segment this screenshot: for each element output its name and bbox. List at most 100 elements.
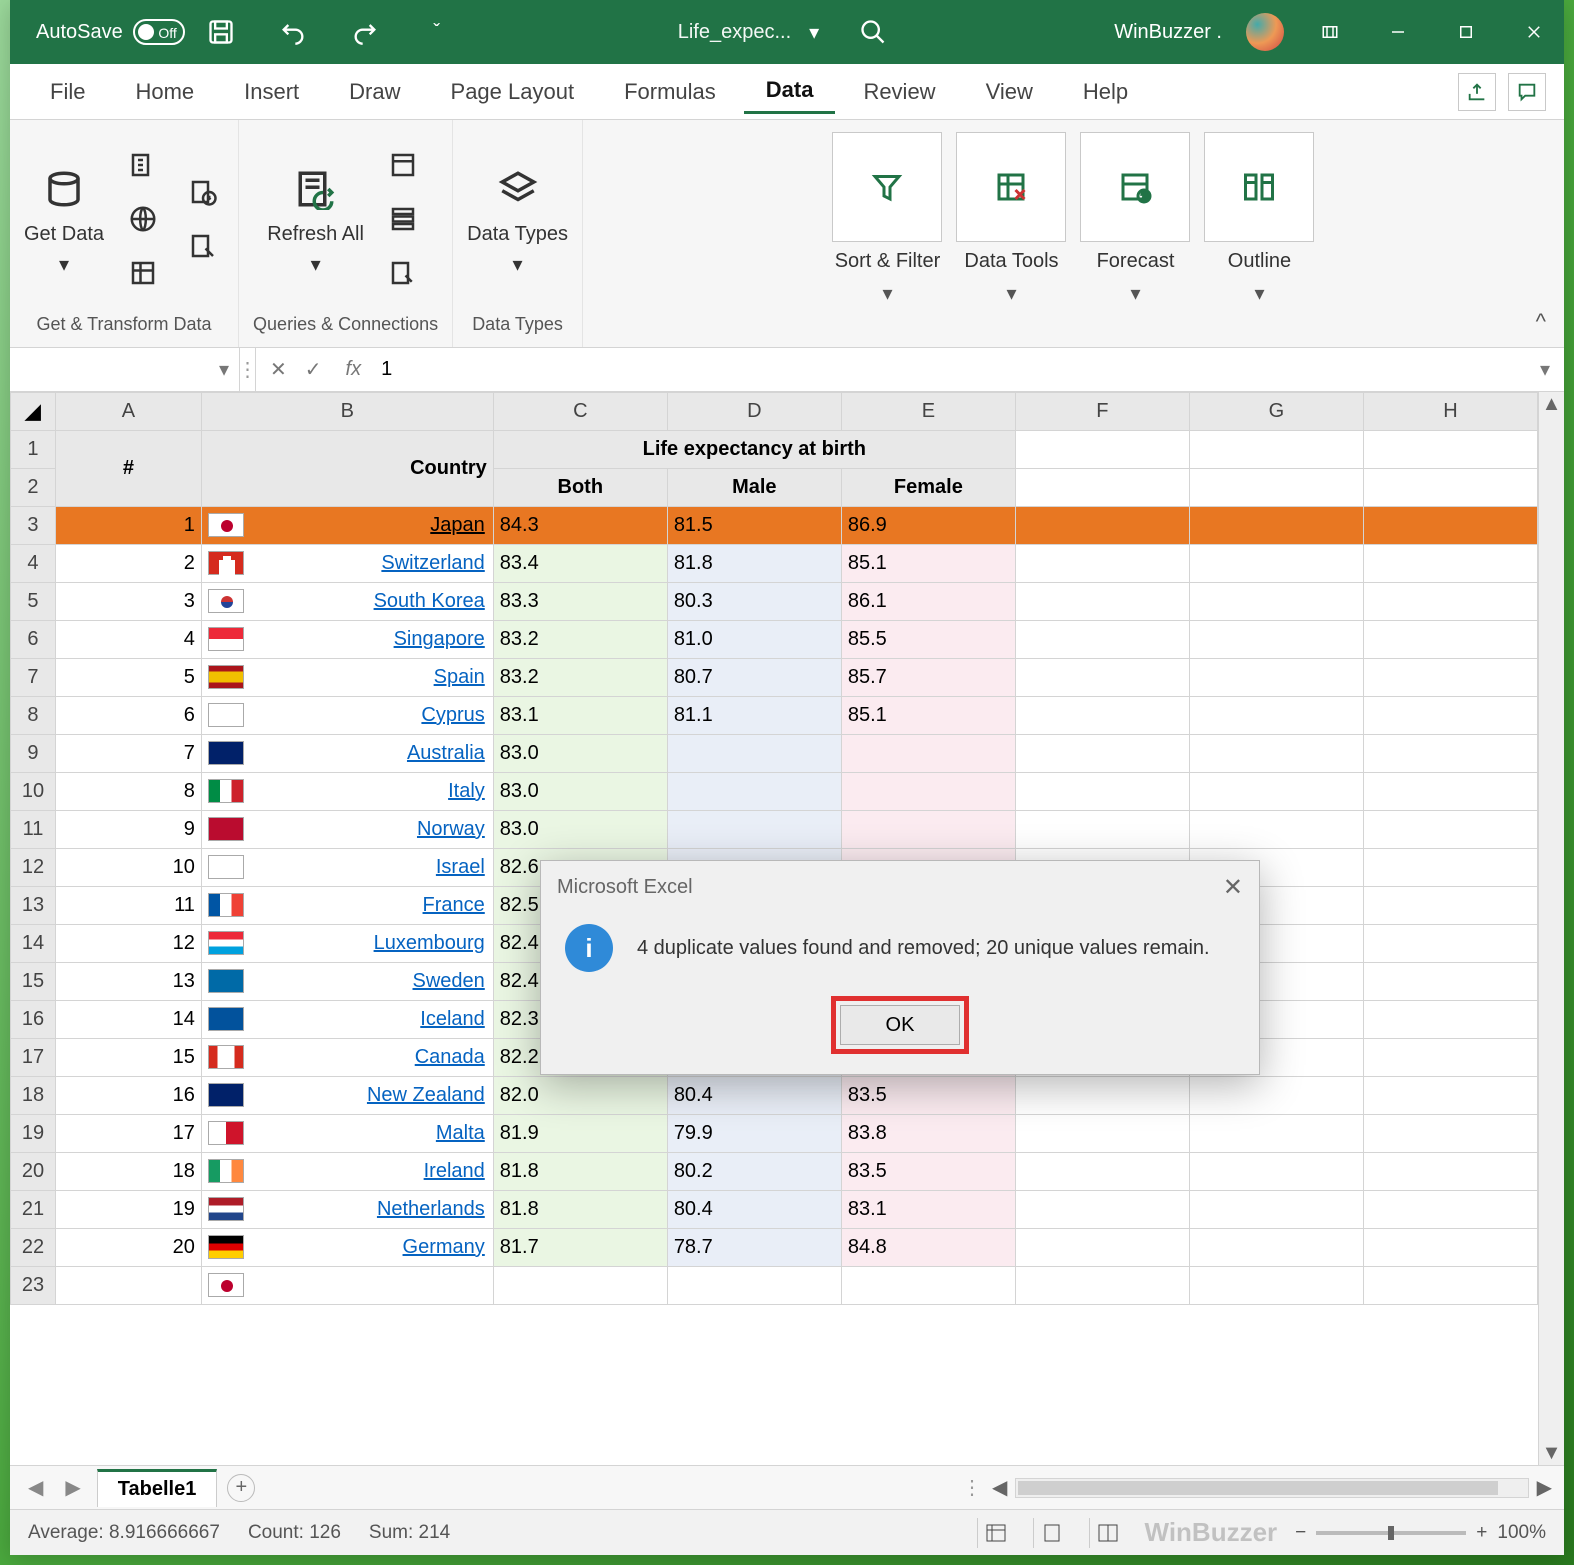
- tab-insert[interactable]: Insert: [222, 71, 321, 113]
- col-H[interactable]: H: [1363, 393, 1537, 431]
- flag-icon: [208, 627, 244, 651]
- tab-review[interactable]: Review: [841, 71, 957, 113]
- enter-icon[interactable]: ✓: [305, 357, 322, 382]
- group-data-types: Data Types ▾ Data Types: [453, 120, 583, 347]
- formula-bar: ▾ ⋮ ✕ ✓ fx ▾: [10, 348, 1564, 392]
- forecast-button[interactable]: ?: [1080, 132, 1190, 242]
- flag-icon: [208, 817, 244, 841]
- dialog-close-icon[interactable]: ✕: [1223, 873, 1243, 902]
- qat-dropdown-icon[interactable]: ˇ: [415, 10, 459, 54]
- tab-draw[interactable]: Draw: [327, 71, 422, 113]
- data-types-button[interactable]: Data Types ▾: [467, 161, 568, 277]
- spreadsheet[interactable]: ◢ABCDEFGH 1#CountryLife expectancy at bi…: [10, 392, 1538, 1305]
- table-row[interactable]: 2119Netherlands81.880.483.1: [11, 1191, 1538, 1229]
- next-sheet-icon[interactable]: ▶: [59, 1475, 86, 1500]
- queries-pane-icon[interactable]: [382, 144, 424, 186]
- cancel-icon[interactable]: ✕: [270, 357, 287, 382]
- table-row[interactable]: 97Australia83.0: [11, 735, 1538, 773]
- fx-icon[interactable]: fx: [336, 358, 372, 381]
- col-E[interactable]: E: [841, 393, 1015, 431]
- file-name[interactable]: Life_expec...: [678, 21, 791, 44]
- table-row[interactable]: 1816New Zealand82.080.483.5: [11, 1077, 1538, 1115]
- outline-button[interactable]: [1204, 132, 1314, 242]
- new-sheet-icon[interactable]: +: [227, 1474, 255, 1502]
- table-row[interactable]: 31Japan84.381.586.9: [11, 507, 1538, 545]
- horizontal-scrollbar[interactable]: ◀▶: [992, 1475, 1552, 1500]
- user-name[interactable]: WinBuzzer .: [1114, 21, 1222, 44]
- table-row[interactable]: 1917Malta81.979.983.8: [11, 1115, 1538, 1153]
- from-text-icon[interactable]: [122, 144, 164, 186]
- get-data-button[interactable]: Get Data ▾: [24, 161, 104, 277]
- expand-formula-icon[interactable]: ▾: [1526, 357, 1564, 382]
- minimize-icon[interactable]: [1376, 10, 1420, 54]
- dialog-title: Microsoft Excel: [557, 876, 693, 899]
- page-layout-icon[interactable]: [1033, 1518, 1071, 1548]
- undo-icon[interactable]: [271, 10, 315, 54]
- tab-view[interactable]: View: [964, 71, 1055, 113]
- flag-icon: [208, 1159, 244, 1183]
- formula-input[interactable]: [371, 358, 1526, 381]
- sheet-tab[interactable]: Tabelle1: [97, 1469, 218, 1507]
- table-row[interactable]: 75Spain83.280.785.7: [11, 659, 1538, 697]
- save-icon[interactable]: [199, 10, 243, 54]
- properties-icon[interactable]: [382, 198, 424, 240]
- redo-icon[interactable]: [343, 10, 387, 54]
- autosave-toggle[interactable]: AutoSave Off: [36, 19, 185, 45]
- prev-sheet-icon[interactable]: ◀: [22, 1475, 49, 1500]
- flag-icon: [208, 1007, 244, 1031]
- dialog-message: 4 duplicate values found and removed; 20…: [637, 937, 1210, 960]
- zoom-slider[interactable]: −+ 100%: [1295, 1522, 1546, 1544]
- tab-page-layout[interactable]: Page Layout: [429, 71, 597, 113]
- ok-button[interactable]: OK: [840, 1005, 960, 1045]
- table-row[interactable]: 119Norway83.0: [11, 811, 1538, 849]
- select-all[interactable]: ◢: [11, 393, 56, 431]
- flag-icon: [208, 1045, 244, 1069]
- tab-home[interactable]: Home: [113, 71, 216, 113]
- watermark: WinBuzzer: [1145, 1517, 1278, 1548]
- data-tools-button[interactable]: [956, 132, 1066, 242]
- col-B[interactable]: B: [201, 393, 493, 431]
- page-break-icon[interactable]: [1089, 1518, 1127, 1548]
- connections-icon[interactable]: [182, 225, 224, 267]
- table-row[interactable]: 86Cyprus83.181.185.1: [11, 697, 1538, 735]
- sort-filter-button[interactable]: [832, 132, 942, 242]
- flag-icon: [208, 893, 244, 917]
- share-icon[interactable]: [1458, 73, 1496, 111]
- user-avatar-icon[interactable]: [1246, 13, 1284, 51]
- info-icon: i: [565, 924, 613, 972]
- flag-icon: [208, 1083, 244, 1107]
- tab-formulas[interactable]: Formulas: [602, 71, 738, 113]
- edit-links-icon[interactable]: [382, 252, 424, 294]
- col-C[interactable]: C: [493, 393, 667, 431]
- comments-icon[interactable]: [1508, 73, 1546, 111]
- from-web-icon[interactable]: [122, 198, 164, 240]
- flag-icon: [208, 969, 244, 993]
- toggle-switch[interactable]: Off: [133, 19, 185, 45]
- table-row[interactable]: 2018Ireland81.880.283.5: [11, 1153, 1538, 1191]
- table-row[interactable]: 2220Germany81.778.784.8: [11, 1229, 1538, 1267]
- maximize-icon[interactable]: [1444, 10, 1488, 54]
- tab-data[interactable]: Data: [744, 69, 836, 114]
- col-G[interactable]: G: [1189, 393, 1363, 431]
- col-F[interactable]: F: [1015, 393, 1189, 431]
- col-A[interactable]: A: [55, 393, 201, 431]
- table-row[interactable]: 108Italy83.0: [11, 773, 1538, 811]
- table-row[interactable]: 64Singapore83.281.085.5: [11, 621, 1538, 659]
- from-table-icon[interactable]: [122, 252, 164, 294]
- search-icon[interactable]: [851, 10, 895, 54]
- table-row[interactable]: 53South Korea83.380.386.1: [11, 583, 1538, 621]
- name-box[interactable]: ▾: [10, 348, 240, 391]
- tab-file[interactable]: File: [28, 71, 107, 113]
- table-row[interactable]: 42Switzerland83.481.885.1: [11, 545, 1538, 583]
- group-queries: Refresh All ▾ Queries & Connections: [239, 120, 453, 347]
- ribbon-mode-icon[interactable]: [1308, 10, 1352, 54]
- close-icon[interactable]: [1512, 10, 1556, 54]
- flag-icon: [208, 665, 244, 689]
- col-D[interactable]: D: [667, 393, 841, 431]
- collapse-ribbon-icon[interactable]: ^: [1536, 309, 1546, 335]
- refresh-all-button[interactable]: Refresh All ▾: [267, 161, 364, 277]
- tab-help[interactable]: Help: [1061, 71, 1150, 113]
- recent-icon[interactable]: [182, 171, 224, 213]
- normal-view-icon[interactable]: [977, 1518, 1015, 1548]
- vertical-scrollbar[interactable]: ▲▼: [1538, 392, 1564, 1465]
